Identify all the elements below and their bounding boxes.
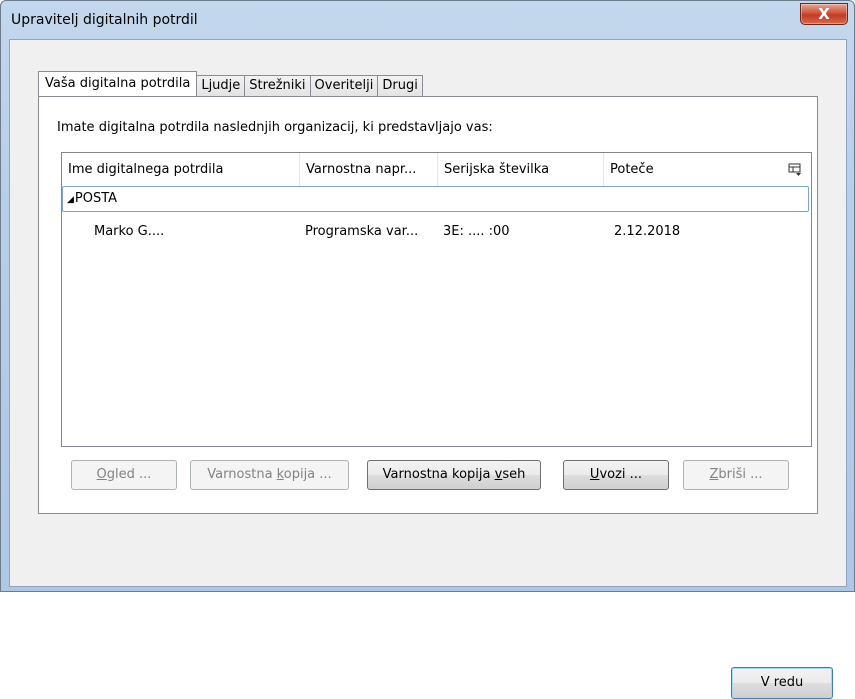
expand-triangle-icon[interactable]: ◢: [67, 195, 74, 205]
tab-strip: Vaša digitalna potrdila Ljudje Strežniki…: [38, 71, 423, 96]
list-header: Ime digitalnega potrdila Varnostna napr.…: [62, 153, 811, 186]
cert-expires: 2.12.2018: [614, 224, 681, 239]
column-header-name[interactable]: Ime digitalnega potrdila: [62, 153, 300, 186]
tab-servers[interactable]: Strežniki: [244, 75, 311, 96]
title-bar[interactable]: Upravitelj digitalnih potrdil X: [1, 1, 854, 39]
backup-all-button[interactable]: Varnostna kopija vseh: [367, 460, 541, 490]
tab-panel: Imate digitalna potrdila naslednjih orga…: [38, 96, 818, 514]
cert-serial: 3E: .... :00: [443, 224, 510, 239]
tab-authorities[interactable]: Overitelji: [309, 75, 379, 96]
close-icon: X: [818, 5, 830, 23]
tab-your-certificates[interactable]: Vaša digitalna potrdila: [38, 71, 198, 96]
certificate-manager-window: Upravitelj digitalnih potrdil X Vaša dig…: [0, 0, 855, 699]
delete-button[interactable]: Zbriši ...: [683, 460, 789, 490]
cert-device: Programska var...: [305, 224, 419, 239]
column-header-expires[interactable]: Poteče: [604, 153, 784, 186]
cert-name: Marko G....: [94, 224, 165, 239]
window-title: Upravitelj digitalnih potrdil: [11, 12, 198, 28]
column-picker-icon[interactable]: [784, 153, 811, 186]
intro-text: Imate digitalna potrdila naslednjih orga…: [57, 120, 493, 135]
tab-people[interactable]: Ljudje: [196, 75, 246, 96]
import-button[interactable]: Uvozi ...: [563, 460, 669, 490]
backup-button[interactable]: Varnostna kopija ...: [190, 460, 349, 490]
close-button[interactable]: X: [800, 3, 848, 25]
column-header-device[interactable]: Varnostna napr...: [300, 153, 438, 186]
tab-others[interactable]: Drugi: [377, 75, 423, 96]
view-button[interactable]: Ogled ...: [71, 460, 177, 490]
ok-button[interactable]: V redu: [731, 667, 833, 699]
tree-group-row[interactable]: ◢POSTA: [62, 186, 809, 212]
column-header-serial[interactable]: Serijska številka: [438, 153, 604, 186]
certificate-tree[interactable]: Ime digitalnega potrdila Varnostna napr.…: [61, 152, 812, 447]
dialog-client-area: Vaša digitalna potrdila Ljudje Strežniki…: [9, 39, 847, 699]
group-name: POSTA: [74, 191, 118, 206]
table-row[interactable]: Marko G.... Programska var... 3E: .... :…: [62, 219, 809, 245]
